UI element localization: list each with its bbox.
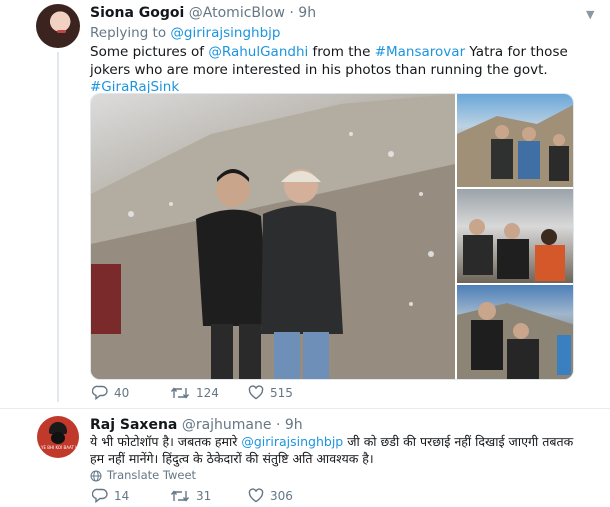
display-name[interactable]: Siona Gogoi <box>90 5 184 21</box>
tweet-header: Raj Saxena @rajhumane · 9h <box>90 417 303 433</box>
replying-to-label: Replying to <box>90 25 167 41</box>
reply-button[interactable]: 40 <box>92 385 129 400</box>
photo-thumbnail-scene <box>463 219 565 281</box>
photo-thumbnail-scene <box>457 105 573 187</box>
retweet-icon <box>170 489 190 502</box>
like-button[interactable]: 306 <box>248 488 293 503</box>
translate-tweet-link[interactable]: Translate Tweet <box>90 468 196 482</box>
tweet-text: Some pictures of @RahulGandhi from the #… <box>90 44 580 97</box>
timestamp[interactable]: 9h <box>298 5 316 21</box>
retweet-button[interactable]: 31 <box>170 488 211 503</box>
like-count: 306 <box>270 488 293 503</box>
globe-icon <box>90 470 102 481</box>
retweet-count: 124 <box>196 385 219 400</box>
photo-thumbnail[interactable] <box>457 94 573 187</box>
like-icon <box>248 488 264 503</box>
like-icon <box>248 385 264 400</box>
avatar-raj-saxena[interactable]: YE BHI KOI BAAT HAI <box>37 416 79 458</box>
photo-thumbnail[interactable] <box>457 189 573 283</box>
tweet-siona-gogoi[interactable]: Siona Gogoi @AtomicBlow · 9h ▼ Replying … <box>0 0 610 408</box>
tweet-text-part: from the <box>308 44 375 60</box>
photo-thumbnail[interactable] <box>457 285 573 379</box>
avatar-siona-gogoi[interactable] <box>36 4 80 48</box>
retweet-count: 31 <box>196 488 212 503</box>
like-button[interactable]: 515 <box>248 385 293 400</box>
mention-link[interactable]: @girirajsinghbjp <box>241 434 343 449</box>
user-handle[interactable]: @AtomicBlow <box>189 5 285 21</box>
reply-icon <box>92 385 108 400</box>
tweet-divider <box>0 408 610 409</box>
hashtag-link[interactable]: #Mansarovar <box>375 44 465 60</box>
reply-button[interactable]: 14 <box>92 488 129 503</box>
translate-label: Translate Tweet <box>107 468 197 482</box>
separator-dot: · <box>289 5 294 21</box>
avatar-text: YE BHI KOI BAAT HAI <box>41 445 79 450</box>
replying-to-handle-link[interactable]: @girirajsinghbjp <box>170 25 280 41</box>
photo-main[interactable] <box>91 94 455 379</box>
retweet-icon <box>170 386 190 399</box>
separator-dot: · <box>275 417 281 433</box>
user-handle[interactable]: @rajhumane <box>182 417 272 433</box>
photo-main-scene <box>91 94 455 379</box>
photo-grid <box>90 93 574 380</box>
reply-icon <box>92 488 108 503</box>
caret-down-icon[interactable]: ▼ <box>586 8 594 21</box>
like-count: 515 <box>270 385 293 400</box>
reply-count: 14 <box>114 488 130 503</box>
display-name[interactable]: Raj Saxena <box>90 417 177 433</box>
replying-to-line: Replying to @girirajsinghbjp <box>90 25 280 41</box>
thread-connector-line <box>57 52 59 402</box>
photo-thumbnail-scene <box>457 302 573 379</box>
reply-count: 40 <box>114 385 130 400</box>
retweet-button[interactable]: 124 <box>170 385 219 400</box>
tweet-text-part: Some pictures of <box>90 44 209 60</box>
tweet-text-part: ये भी फोटोशॉप है। जबतक हमारे <box>90 434 242 449</box>
tweet-text: ये भी फोटोशॉप है। जबतक हमारे @girirajsin… <box>90 434 590 467</box>
tweet-header: Siona Gogoi @AtomicBlow · 9h <box>90 5 316 21</box>
timestamp[interactable]: 9h <box>285 417 303 433</box>
mention-link[interactable]: @RahulGandhi <box>208 44 308 60</box>
